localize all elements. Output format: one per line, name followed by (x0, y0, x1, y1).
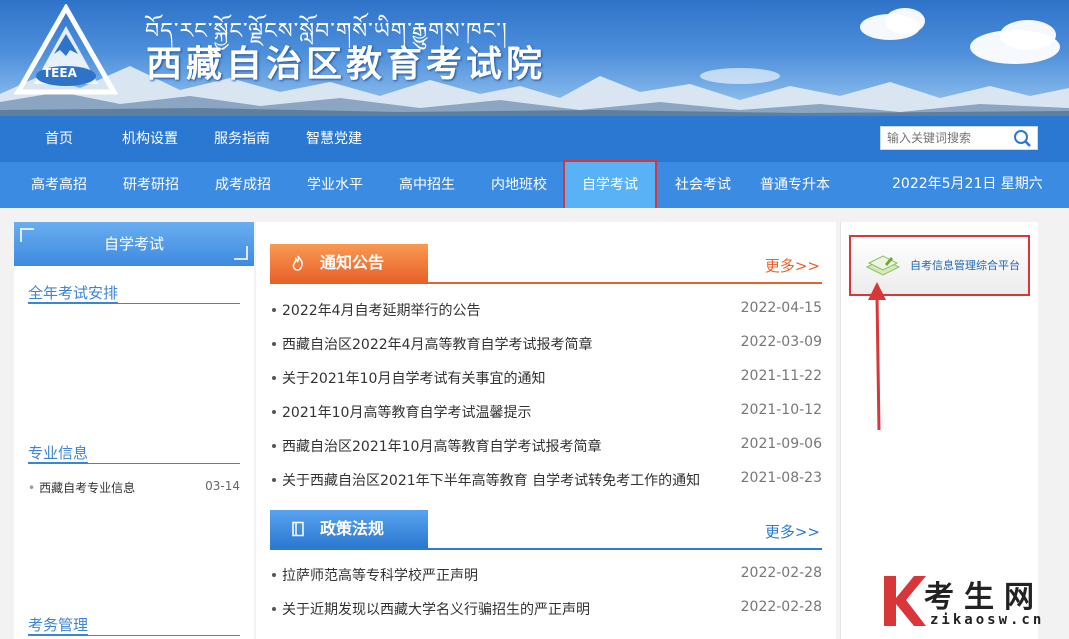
notice-more-link[interactable]: 更多>> (765, 255, 820, 276)
main-column: 通知公告 更多>> 2022年4月自考延期举行的公告 2022-04-15 西藏自… (256, 222, 836, 639)
sidebar-section-exam-affairs[interactable]: 考务管理 (28, 614, 240, 636)
current-date: 2022年5月21日 星期六 (892, 176, 1043, 192)
sidebar-section-schedule[interactable]: 全年考试安排 (28, 282, 240, 304)
sidebar-title: 自学考试 (103, 235, 164, 253)
cloud (1000, 20, 1056, 50)
annotation-arrow (868, 282, 886, 431)
notice-section-header: 通知公告 更多>> (270, 244, 822, 284)
search-icon (1014, 130, 1031, 147)
search-button[interactable] (1007, 127, 1037, 149)
platform-label: 自考信息管理综合平台 (910, 259, 1020, 272)
news-row[interactable]: 关于2021年10月自学考试有关事宜的通知 2021-11-22 (270, 368, 822, 388)
teea-logo (14, 4, 118, 95)
watermark: 考生网 zikaosw.cn (880, 572, 1060, 632)
book-stack-icon (865, 255, 901, 276)
search-box (880, 126, 1038, 150)
policy-tab[interactable]: 政策法规 (270, 510, 428, 548)
notice-tab[interactable]: 通知公告 (270, 244, 428, 282)
search-input[interactable] (887, 129, 1007, 147)
corner-ornament (20, 228, 34, 242)
nav-graduate-exam[interactable]: 研考研招 (123, 162, 179, 208)
corner-ornament (234, 246, 248, 260)
news-row[interactable]: 关于西藏自治区2021年下半年高等教育 自学考试转免考工作的通知 2021-08-… (270, 470, 822, 490)
nav-home[interactable]: 首页 (45, 116, 73, 162)
site-title: 西藏自治区教育考试院 (146, 43, 547, 85)
sidebar: 自学考试 全年考试安排 专业信息 • 西藏自考专业信息 03-14 考务管理 (14, 222, 254, 639)
book-icon (292, 521, 304, 537)
nav-organization[interactable]: 机构设置 (122, 116, 178, 162)
watermark-domain: zikaosw.cn (930, 612, 1045, 628)
cloud (885, 8, 925, 34)
nav-adult-exam[interactable]: 成考成招 (215, 162, 271, 208)
nav-self-study-exam[interactable]: 自学考试 (563, 160, 657, 210)
news-row[interactable]: 西藏自治区2022年4月高等教育自学考试报考简章 2022-03-09 (270, 334, 822, 354)
news-row[interactable]: 2021年10月高等教育自学考试温馨提示 2021-10-12 (270, 402, 822, 422)
news-row[interactable]: 拉萨师范高等专科学校严正声明 2022-02-28 (270, 565, 822, 585)
list-item[interactable]: • 西藏自考专业信息 03-14 (28, 479, 240, 497)
logo-text: TEEA (43, 66, 77, 80)
flame-icon (292, 255, 303, 271)
primary-nav: 首页 机构设置 服务指南 智慧党建 (0, 116, 1069, 162)
nav-service-guide[interactable]: 服务指南 (214, 116, 270, 162)
header-banner: TEEA བོད་རང་སྐྱོང་ལྗོངས་སློབ་གསོ་ཡིག་རྒྱ… (0, 0, 1069, 116)
nav-academic-level[interactable]: 学业水平 (307, 162, 363, 208)
nav-inland-class[interactable]: 内地班校 (491, 162, 547, 208)
nav-gaokao[interactable]: 高考高招 (31, 162, 87, 208)
news-row[interactable]: 2022年4月自考延期举行的公告 2022-04-15 (270, 300, 822, 320)
sidebar-header: 自学考试 (14, 222, 254, 266)
secondary-nav: 高考高招 研考研招 成考成招 学业水平 高中招生 内地班校 自学考试 社会考试 … (0, 160, 1069, 210)
sidebar-section-major-info[interactable]: 专业信息 (28, 442, 240, 464)
nav-upgrade-exam[interactable]: 普通专升本 (760, 162, 830, 208)
k-logo-icon (884, 576, 926, 626)
policy-section-header: 政策法规 更多>> (270, 510, 822, 550)
watermark-title: 考生网 (924, 580, 1044, 615)
policy-more-link[interactable]: 更多>> (765, 521, 820, 542)
nav-party-building[interactable]: 智慧党建 (306, 116, 362, 162)
nav-social-exam[interactable]: 社会考试 (675, 162, 731, 208)
news-row[interactable]: 关于近期发现以西藏大学名义行骗招生的严正声明 2022-02-28 (270, 599, 822, 619)
news-row[interactable]: 西藏自治区2021年10月高等教育自学考试报考简章 2021-09-06 (270, 436, 822, 456)
nav-high-school[interactable]: 高中招生 (399, 162, 455, 208)
